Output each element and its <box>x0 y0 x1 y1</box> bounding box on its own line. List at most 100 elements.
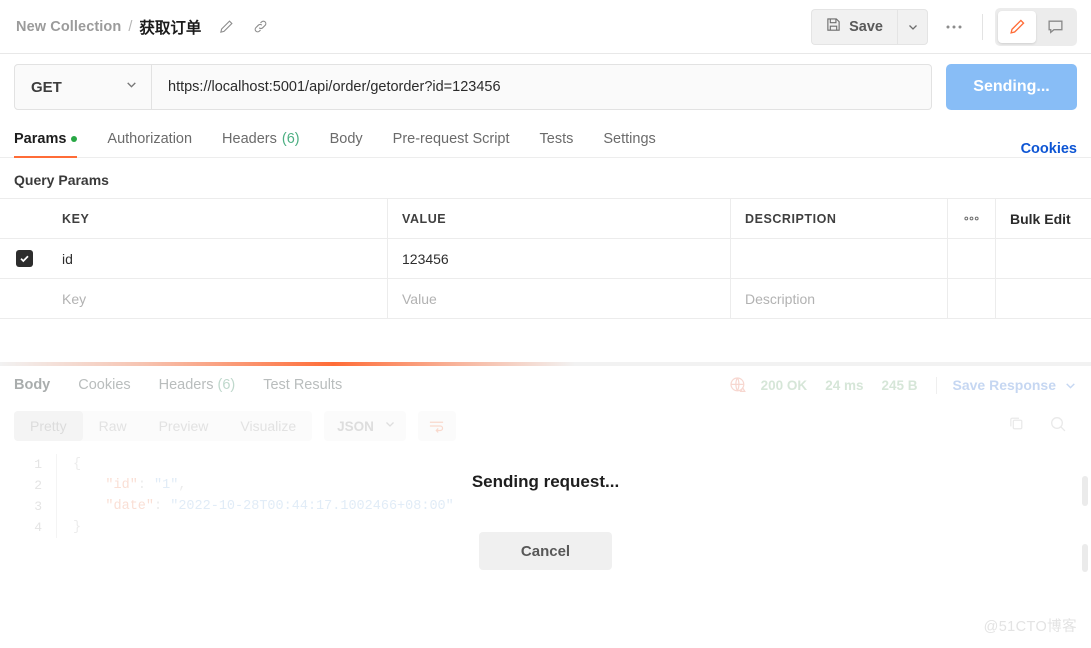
send-button[interactable]: Sending... <box>946 64 1077 110</box>
chevron-down-icon <box>125 78 138 96</box>
tab-params-label: Params <box>14 131 67 147</box>
view-tab-preview[interactable]: Preview <box>143 411 225 441</box>
tab-authorization-label: Authorization <box>107 131 193 147</box>
response-tab-cookies[interactable]: Cookies <box>78 377 130 393</box>
tab-settings-label: Settings <box>603 131 656 147</box>
view-tab-raw[interactable]: Raw <box>83 411 143 441</box>
copy-icon[interactable] <box>1008 415 1025 437</box>
http-method-label: GET <box>31 78 62 96</box>
table-options-button[interactable] <box>948 199 996 238</box>
header-divider <box>982 13 983 40</box>
tab-headers-count: (6) <box>281 131 300 147</box>
new-key-input[interactable]: Key <box>48 279 388 318</box>
bulk-edit-button[interactable]: Bulk Edit <box>996 199 1091 238</box>
query-params-table: KEY VALUE DESCRIPTION Bulk Edit id 12345… <box>0 198 1091 319</box>
tab-params[interactable]: Params <box>14 121 78 158</box>
row-value-input[interactable]: 123456 <box>388 239 731 278</box>
bulk-edit-label: Bulk Edit <box>1010 210 1071 227</box>
word-wrap-icon[interactable] <box>417 411 456 441</box>
row-bulk-cell <box>996 239 1091 278</box>
response-pane: Body Cookies Headers (6) Test Results 20… <box>0 362 1091 648</box>
response-tab-headers-count: (6) <box>217 377 236 393</box>
chevron-down-icon <box>384 417 396 435</box>
tab-pre-request-script[interactable]: Pre-request Script <box>393 121 510 157</box>
sending-request-overlay: Sending request... Cancel <box>0 472 1091 570</box>
edit-mode-toggle[interactable] <box>998 10 1036 43</box>
view-tab-pretty[interactable]: Pretty <box>14 411 83 441</box>
view-toggle-group <box>995 7 1077 46</box>
tab-headers[interactable]: Headers (6) <box>222 121 300 157</box>
request-progress-bar <box>0 362 1091 366</box>
tab-body[interactable]: Body <box>330 121 363 157</box>
view-tab-visualize[interactable]: Visualize <box>224 411 312 441</box>
more-actions-button[interactable] <box>938 11 970 43</box>
response-tab-test-results[interactable]: Test Results <box>263 377 342 393</box>
http-method-select[interactable]: GET <box>14 64 152 110</box>
save-button-group: Save <box>811 8 928 45</box>
cookies-link[interactable]: Cookies <box>1021 141 1077 157</box>
query-params-title: Query Params <box>14 172 109 188</box>
row-menu-cell <box>948 239 996 278</box>
scrollbar-thumb-lower[interactable] <box>1082 544 1088 572</box>
tab-tests[interactable]: Tests <box>540 121 574 157</box>
response-tab-headers[interactable]: Headers (6) <box>159 377 236 393</box>
send-button-label: Sending... <box>973 78 1050 95</box>
save-button[interactable]: Save <box>811 8 897 45</box>
link-icon[interactable] <box>251 18 269 36</box>
response-time: 24 ms <box>825 377 864 393</box>
tab-settings[interactable]: Settings <box>603 121 655 157</box>
pencil-icon[interactable] <box>217 18 235 36</box>
cancel-request-label: Cancel <box>520 542 571 560</box>
response-size: 245 B <box>881 377 918 393</box>
placeholder-menu-cell <box>948 279 996 318</box>
postman-request-window: New Collection / 获取订单 Save GET https://l… <box>0 0 1091 648</box>
breadcrumb-request-name[interactable]: 获取订单 <box>139 16 201 38</box>
chevron-down-icon[interactable] <box>1064 379 1077 392</box>
response-view-tabs: Pretty Raw Preview Visualize <box>14 411 313 441</box>
search-icon[interactable] <box>1049 415 1067 438</box>
code-token: { <box>73 457 82 472</box>
save-button-label: Save <box>849 18 883 35</box>
request-tab-bar: Params Authorization Headers (6) Body Pr… <box>0 122 1091 158</box>
response-tab-bar: Body Cookies Headers (6) Test Results 20… <box>0 366 1091 404</box>
table-row-placeholder[interactable]: Key Value Description <box>0 279 1091 319</box>
scrollbar-thumb-upper[interactable] <box>1082 476 1088 506</box>
globe-warning-icon <box>729 376 747 394</box>
new-value-input[interactable]: Value <box>388 279 731 318</box>
row-enabled-checkbox-cell <box>0 239 48 278</box>
request-progress-fill <box>0 362 575 366</box>
request-url-text: https://localhost:5001/api/order/getorde… <box>168 79 501 95</box>
response-status-bar: 200 OK 24 ms 245 B Save Response <box>729 376 1077 394</box>
response-tab-body[interactable]: Body <box>14 377 50 393</box>
window-header: New Collection / 获取订单 Save <box>0 0 1091 54</box>
watermark: @51CTO博客 <box>983 619 1077 635</box>
header-checkbox-cell <box>0 199 48 238</box>
save-response-button[interactable]: Save Response <box>953 377 1057 393</box>
row-enabled-checkbox[interactable] <box>15 250 33 267</box>
params-modified-dot <box>71 136 78 142</box>
new-description-input[interactable]: Description <box>731 279 948 318</box>
column-header-value: VALUE <box>388 199 731 238</box>
column-header-description: DESCRIPTION <box>731 199 948 238</box>
row-key-input[interactable]: id <box>48 239 388 278</box>
status-divider <box>935 376 937 394</box>
tab-headers-label: Headers <box>222 131 277 147</box>
response-scrollbar[interactable] <box>1082 476 1088 580</box>
table-row[interactable]: id 123456 <box>0 239 1091 279</box>
breadcrumb-collection[interactable]: New Collection <box>16 19 121 35</box>
request-url-input[interactable]: https://localhost:5001/api/order/getorde… <box>152 64 932 110</box>
response-format-select[interactable]: JSON <box>324 411 406 441</box>
save-options-button[interactable] <box>897 8 928 45</box>
response-format-label: JSON <box>337 418 374 434</box>
table-header-row: KEY VALUE DESCRIPTION Bulk Edit <box>0 199 1091 239</box>
tab-tests-label: Tests <box>539 131 574 147</box>
line-number: 1 <box>34 457 42 472</box>
response-toolbar-actions <box>1008 415 1077 438</box>
response-tab-headers-label: Headers <box>158 377 214 393</box>
row-description-input[interactable] <box>731 239 948 278</box>
placeholder-bulk-cell <box>996 279 1091 318</box>
cancel-request-button[interactable]: Cancel <box>479 532 612 570</box>
tab-authorization[interactable]: Authorization <box>107 121 192 157</box>
placeholder-checkbox-cell <box>0 279 48 318</box>
comment-mode-toggle[interactable] <box>1036 11 1074 43</box>
